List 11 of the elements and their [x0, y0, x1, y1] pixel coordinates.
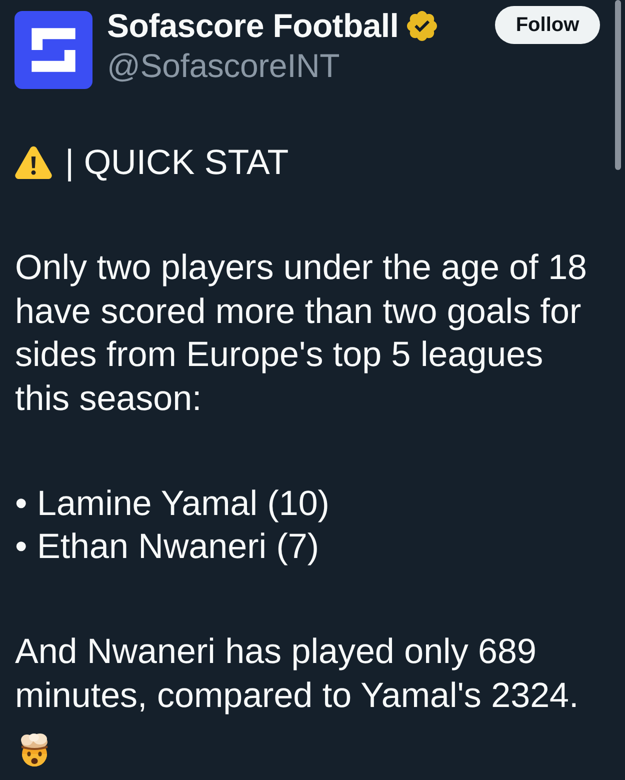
author-name[interactable]: Sofascore Football — [107, 6, 399, 46]
tweet-paragraph: Only two players under the age of 18 have scored more than two goals for sides from Europe's top 5 leagues this season: — [15, 247, 588, 420]
scrollbar-thumb[interactable] — [615, 0, 621, 170]
warning-icon — [15, 146, 52, 180]
list-item-text: • Lamine Yamal (10) — [15, 482, 330, 524]
heading-text: | QUICK STAT — [65, 142, 289, 184]
list-item-text: • Ethan Nwaneri (7) — [15, 526, 320, 568]
avatar-logo-icon[interactable] — [14, 11, 93, 89]
tweet-paragraph: And Nwaneri has played only 689 minutes, compared to Yamal's 2324. — [15, 631, 580, 716]
author-handle[interactable]: @SofascoreINT — [107, 46, 340, 86]
follow-button[interactable]: Follow — [495, 6, 600, 44]
